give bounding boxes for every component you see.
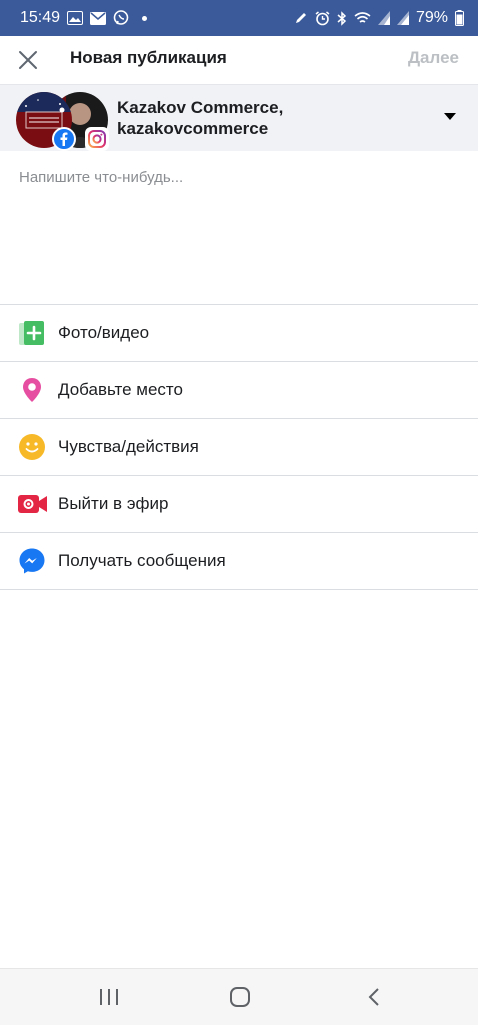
location-pin-icon	[18, 376, 46, 404]
next-button[interactable]: Далее	[408, 48, 459, 68]
page-title: Новая публикация	[70, 48, 227, 67]
option-label: Чувства/действия	[58, 437, 199, 456]
attachment-options: Фото/видео Добавьте место Чувства/действ…	[0, 304, 478, 590]
photo-video-icon	[18, 319, 46, 347]
option-add-location[interactable]: Добавьте место	[0, 362, 478, 419]
composer-header: Новая публикация Далее	[0, 36, 478, 84]
wifi-icon	[354, 11, 371, 25]
home-icon	[230, 987, 250, 1007]
facebook-icon	[52, 127, 76, 151]
live-video-icon	[18, 490, 47, 518]
alarm-icon	[315, 10, 330, 26]
status-bar-left: 15:49	[20, 9, 148, 27]
viber-icon	[113, 10, 129, 26]
mail-icon	[90, 11, 107, 25]
battery-percent: 79%	[415, 9, 448, 26]
option-label: Фото/видео	[58, 323, 150, 342]
account-names: Kazakov Commerce, kazakovcommerce	[117, 97, 283, 139]
close-icon	[19, 51, 37, 69]
signal-icon	[396, 11, 409, 25]
post-text-placeholder: Напишите что-нибудь...	[19, 169, 184, 186]
close-button[interactable]	[15, 47, 41, 73]
gallery-icon	[67, 11, 84, 25]
battery-icon	[455, 10, 464, 26]
messenger-icon	[18, 547, 46, 575]
avatar-group	[16, 92, 109, 151]
status-bar-right: 79%	[294, 9, 464, 27]
option-label: Добавьте место	[58, 380, 183, 399]
back-button[interactable]	[362, 985, 388, 1009]
home-button[interactable]	[227, 985, 253, 1009]
option-feelings-activities[interactable]: Чувства/действия	[0, 419, 478, 476]
smiley-icon	[18, 433, 46, 461]
option-label: Выйти в эфир	[58, 494, 169, 513]
account-name-line1: Kazakov Commerce,	[117, 98, 284, 117]
recent-apps-icon	[100, 989, 118, 1005]
system-navigation-bar	[0, 968, 478, 1025]
account-name-line2: kazakovcommerce	[117, 119, 269, 138]
option-label: Получать сообщения	[58, 551, 226, 570]
option-photo-video[interactable]: Фото/видео	[0, 305, 478, 362]
instagram-icon	[85, 127, 109, 151]
status-bar: 15:49 79%	[0, 0, 478, 36]
recent-apps-button[interactable]	[96, 985, 122, 1009]
account-selector[interactable]: Kazakov Commerce, kazakovcommerce	[0, 84, 478, 151]
post-text-area[interactable]: Напишите что-нибудь...	[0, 151, 478, 303]
back-icon	[368, 988, 379, 1006]
pen-icon	[294, 11, 308, 25]
option-get-messages[interactable]: Получать сообщения	[0, 533, 478, 590]
notification-dot	[142, 15, 148, 21]
dropdown-caret-icon[interactable]	[444, 113, 456, 120]
signal-icon	[377, 11, 390, 25]
option-go-live[interactable]: Выйти в эфир	[0, 476, 478, 533]
bluetooth-icon	[337, 10, 347, 26]
clock: 15:49	[20, 9, 61, 26]
